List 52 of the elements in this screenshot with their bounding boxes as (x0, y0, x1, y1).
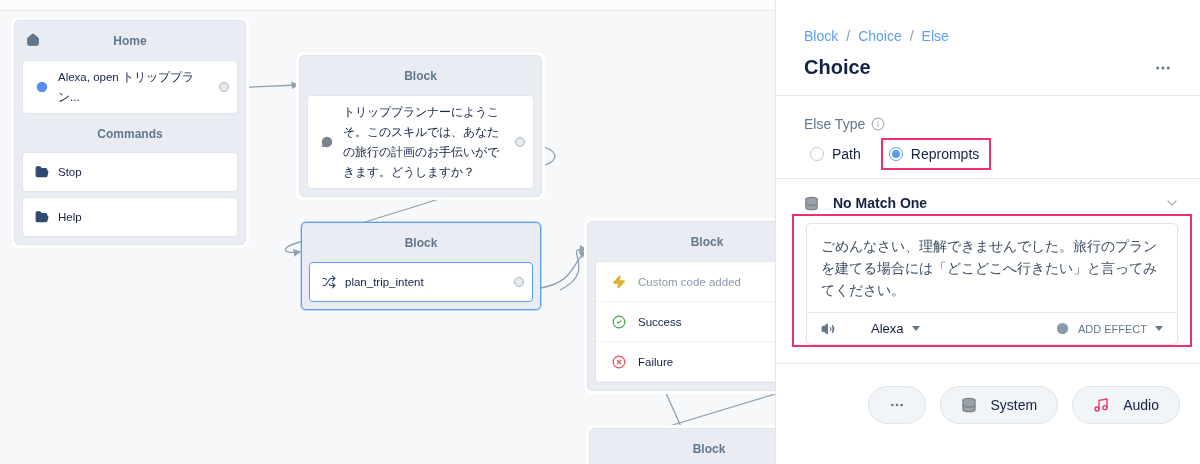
radio-label: Reprompts (910, 146, 980, 162)
info-icon[interactable] (871, 117, 886, 131)
lightning-icon (612, 274, 626, 289)
port-dot[interactable] (514, 277, 524, 287)
block-node[interactable]: Home Alexa, open トリッププラン... Commands Stop Help (14, 20, 246, 245)
caret-icon (1155, 326, 1163, 331)
x-circle-icon (612, 354, 626, 369)
chat-bubble-icon (320, 135, 334, 149)
port-dot[interactable] (515, 137, 525, 147)
home-icon (26, 33, 40, 47)
radio-option[interactable]: Path (802, 138, 873, 170)
step-item[interactable]: Help (22, 197, 238, 237)
step-item[interactable]: Alexa, open トリッププラン... (22, 60, 238, 114)
breadcrumb-separator: / (846, 28, 851, 44)
block-node[interactable]: Block トリッププランナーにようこそ。このスキルでは、あなたの旅行の計画のお手伝いができます。どうしますか？ (299, 55, 542, 197)
block-node[interactable]: Block plan_trip_intent (301, 222, 541, 310)
step-item[interactable]: Stop (22, 152, 238, 192)
block-node[interactable]: Block (589, 428, 775, 464)
breadcrumb-separator: / (909, 28, 914, 44)
reprompt-text-field[interactable]: ごめんなさい、理解できませんでした。旅行のプランを建てる場合には「どこどこへ行きたい」と言ってみてください。 (807, 224, 1177, 313)
database-icon (804, 195, 819, 211)
port-dot[interactable] (219, 82, 229, 92)
block-title: Block (692, 442, 726, 456)
voice-dropdown[interactable]: Alexa (845, 321, 920, 336)
step-label: Custom code added (638, 274, 742, 290)
speaker-icon (821, 321, 835, 336)
block-title: Block (404, 236, 438, 250)
panel-title: Choice (804, 56, 871, 79)
block-title: Home (113, 34, 147, 48)
music-note-icon (1093, 397, 1110, 413)
step-label: Success (638, 314, 683, 330)
step-item[interactable]: plan_trip_intent (309, 262, 533, 302)
step-item[interactable]: トリッププランナーにようこそ。このスキルでは、あなたの旅行の計画のお手伝いができます。どうしますか？ (307, 95, 534, 189)
add-effect-dropdown[interactable]: ADD EFFECT (1054, 321, 1163, 336)
shuffle-icon (322, 275, 336, 289)
add-step-button[interactable]: System (939, 386, 1059, 424)
radio-option[interactable]: Reprompts (880, 138, 992, 170)
block-title: Block (690, 235, 724, 249)
reprompt-title: No Match One (833, 195, 929, 211)
field-label: Else Type (804, 116, 866, 132)
folder-icon (35, 210, 49, 224)
caret-icon (911, 326, 920, 331)
check-circle-icon (612, 314, 626, 329)
more-button[interactable] (867, 386, 926, 424)
block-node[interactable]: Block Custom code added Success Failure (587, 221, 775, 391)
folder-icon (35, 165, 49, 179)
step-label: Failure (638, 354, 675, 370)
section-heading: Commands (96, 126, 164, 143)
database-icon (960, 397, 977, 413)
block-title: Block (404, 69, 437, 83)
radio-label: Path (832, 146, 861, 162)
add-step-button[interactable]: Audio (1072, 386, 1180, 424)
